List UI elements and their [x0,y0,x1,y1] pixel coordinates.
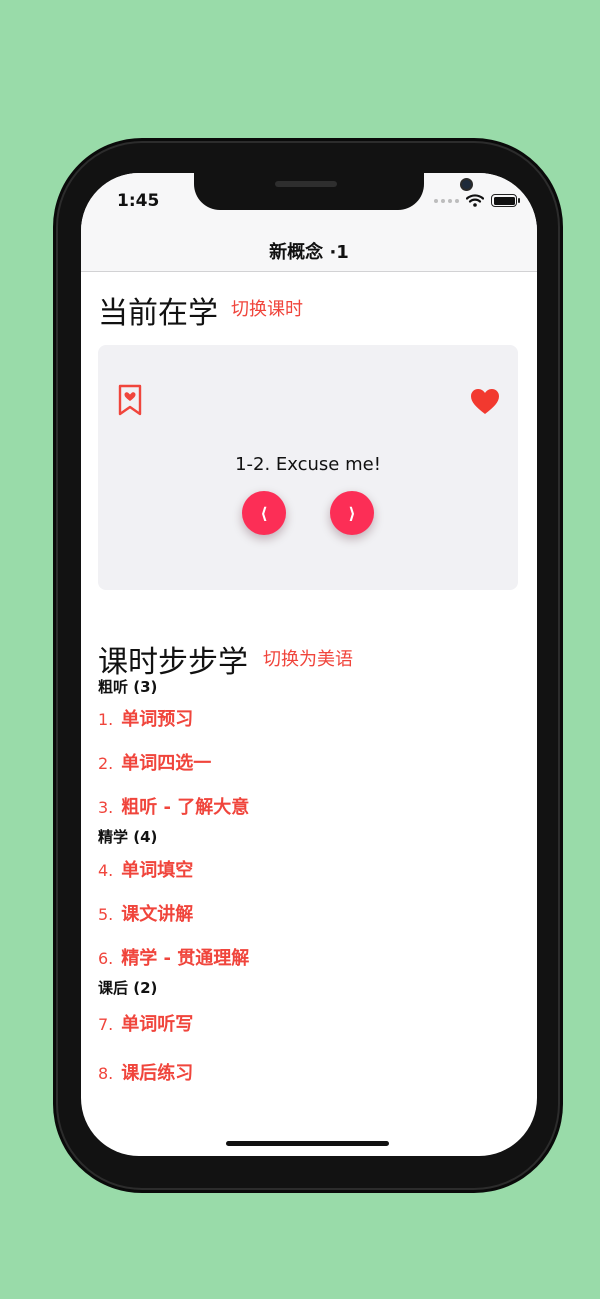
heart-icon[interactable] [470,388,500,415]
step-item[interactable]: 5. 课文讲解 [98,900,193,926]
step-label: 单词听写 [121,1014,194,1035]
step-label: 课文讲解 [121,904,194,925]
step-number: 1. [98,710,114,729]
front-camera [460,178,473,191]
step-item[interactable]: 1. 单词预习 [98,705,193,731]
step-item[interactable]: 8. 课后练习 [98,1059,193,1085]
step-item[interactable]: 2. 单词四选一 [98,749,211,775]
wifi-icon [466,194,484,207]
step-number: 3. [98,798,114,817]
chevron-right-icon: ⟩ [348,503,356,523]
step-label: 粗听 - 了解大意 [121,797,250,818]
current-section-title: 当前在学 [98,296,218,331]
step-number: 8. [98,1064,114,1083]
previous-lesson-button[interactable]: ⟨ [242,491,286,535]
step-label: 单词预习 [121,709,194,730]
group-label: 精学 (4) [98,828,158,846]
step-label: 单词填空 [121,860,194,881]
steps-section-title: 课时步步学 [98,645,248,680]
step-item[interactable]: 3. 粗听 - 了解大意 [98,793,249,819]
group-label: 课后 (2) [98,979,158,997]
step-item[interactable]: 6. 精学 - 贯通理解 [98,944,249,970]
status-icons [434,194,520,207]
current-lesson-title: 1-2. Excuse me! [235,454,381,475]
notch [194,173,473,210]
step-label: 精学 - 贯通理解 [121,948,250,969]
group-label: 粗听 (3) [98,678,158,696]
signal-icon [434,198,459,203]
step-number: 4. [98,861,114,880]
current-lesson-card: 1-2. Excuse me! ⟨ ⟩ [98,345,518,590]
navigation-bar: 新概念 ·1 [81,228,537,272]
bookmark-heart-icon[interactable] [118,384,142,416]
app-screen: 1:45 新概念 ·1 当前在学 切换课时 1-2. Excuse me! ⟨ [81,173,537,1156]
next-lesson-button[interactable]: ⟩ [330,491,374,535]
chevron-left-icon: ⟨ [260,503,268,523]
switch-to-american-link[interactable]: 切换为美语 [263,645,353,671]
speaker-grille [275,181,337,187]
step-number: 2. [98,754,114,773]
step-number: 6. [98,949,114,968]
battery-icon [491,194,520,207]
step-label: 课后练习 [121,1063,194,1084]
step-item[interactable]: 4. 单词填空 [98,856,193,882]
step-number: 5. [98,905,114,924]
switch-lesson-link[interactable]: 切换课时 [231,295,303,321]
step-label: 单词四选一 [121,753,212,774]
status-time: 1:45 [117,191,160,211]
nav-title: 新概念 ·1 [269,242,349,263]
step-number: 7. [98,1015,114,1034]
home-indicator[interactable] [226,1141,389,1146]
step-item[interactable]: 7. 单词听写 [98,1010,193,1036]
